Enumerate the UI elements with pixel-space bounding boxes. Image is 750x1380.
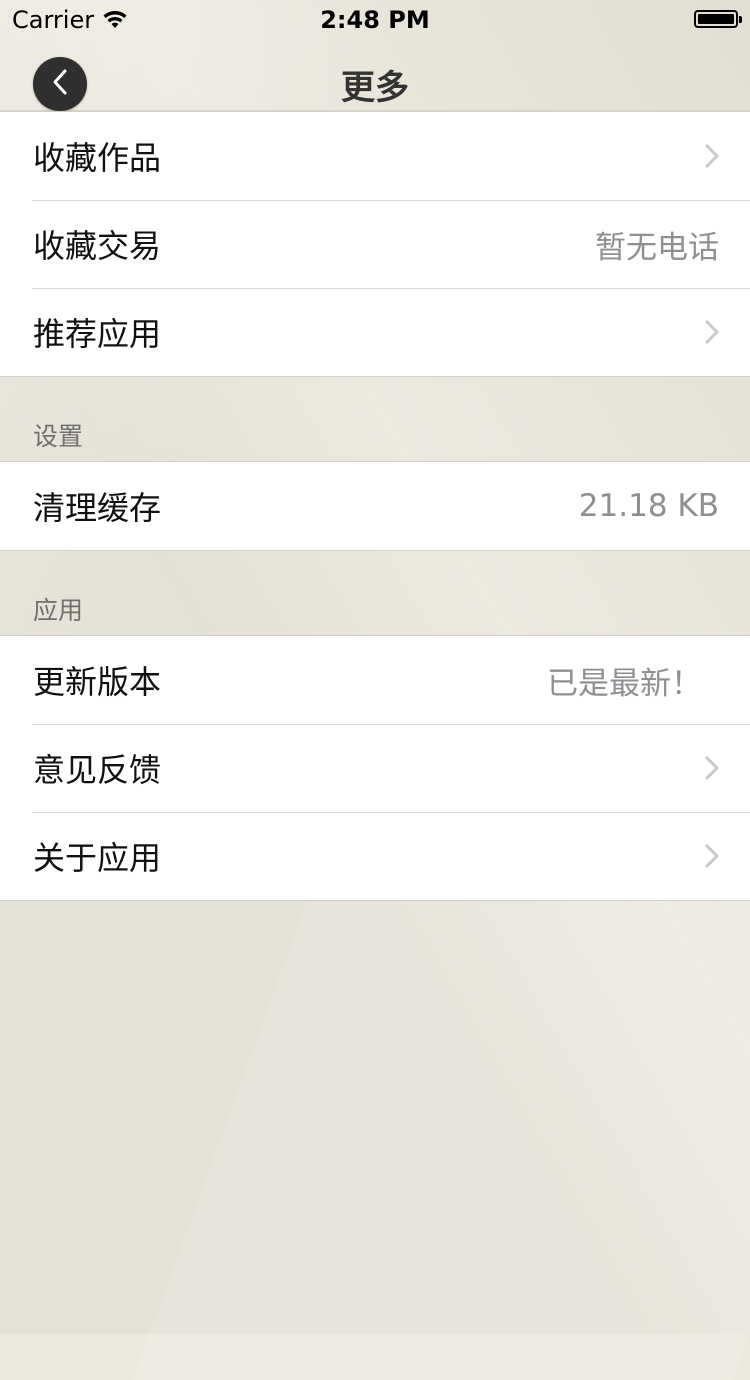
chevron-right-icon: [704, 143, 720, 173]
section-header-settings: 设置: [33, 422, 84, 451]
row-value: 暂无电话: [595, 229, 719, 266]
chevron-right-icon: [704, 319, 720, 349]
settings-group: 清理缓存 21.18 KB: [0, 461, 750, 551]
row-favorite-deals[interactable]: 收藏交易 暂无电话: [0, 200, 750, 288]
page-title: 更多: [341, 68, 409, 108]
navigation-bar: 更多: [0, 40, 750, 111]
chevron-right-icon: [704, 843, 720, 873]
row-feedback[interactable]: 意见反馈: [0, 724, 750, 812]
status-bar: Carrier 2:48 PM: [0, 0, 750, 40]
app-group: 更新版本 已是最新！ 意见反馈 关于应用: [0, 635, 750, 901]
row-label: 清理缓存: [33, 489, 162, 527]
version-status-value: 已是最新！: [547, 665, 702, 702]
row-about-app[interactable]: 关于应用: [0, 812, 750, 900]
section-header-app: 应用: [33, 596, 84, 625]
clock: 2:48 PM: [320, 6, 430, 34]
cache-size-value: 21.18 KB: [578, 488, 719, 524]
row-clear-cache[interactable]: 清理缓存 21.18 KB: [0, 462, 750, 550]
row-label: 收藏作品: [33, 139, 162, 177]
chevron-right-icon: [704, 755, 720, 785]
favorites-group: 收藏作品 收藏交易 暂无电话 推荐应用: [0, 111, 750, 377]
row-label: 收藏交易: [33, 227, 162, 265]
row-recommended-apps[interactable]: 推荐应用: [0, 288, 750, 376]
row-label: 推荐应用: [33, 315, 162, 353]
row-label: 更新版本: [33, 663, 162, 701]
battery-icon: [694, 10, 742, 28]
row-label: 意见反馈: [33, 751, 162, 789]
row-favorite-works[interactable]: 收藏作品: [0, 112, 750, 200]
row-label: 关于应用: [33, 839, 162, 877]
row-update-version[interactable]: 更新版本 已是最新！: [0, 636, 750, 724]
